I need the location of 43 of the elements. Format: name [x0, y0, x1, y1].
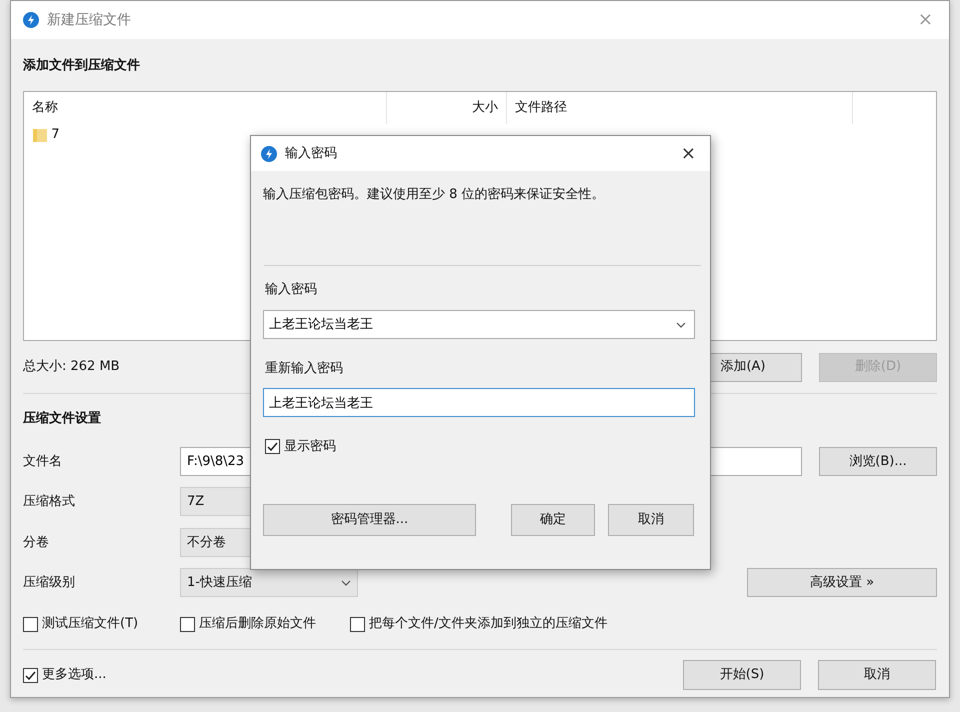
start-button[interactable]: 开始(S)	[683, 660, 801, 690]
ok-button[interactable]: 确定	[511, 504, 595, 536]
close-button[interactable]: ×	[676, 144, 700, 162]
checkmark-icon	[267, 441, 278, 452]
app-icon	[23, 12, 39, 28]
password-field[interactable]: 上老王论坛当老王	[263, 388, 695, 417]
field-label: 分卷	[23, 534, 50, 552]
checkbox[interactable]	[180, 616, 195, 632]
column-header[interactable]: 文件路径	[506, 92, 853, 124]
file-name: 7	[51, 126, 60, 144]
field-label: 压缩级别	[23, 574, 76, 592]
cancel-button[interactable]: 取消	[608, 504, 694, 536]
password-combo[interactable]: 上老王论坛当老王	[263, 310, 695, 338]
password-manager-button[interactable]: 密码管理器...	[263, 504, 476, 536]
section-heading: 添加文件到压缩文件	[23, 56, 140, 76]
dialog-title: 输入密码	[285, 144, 337, 163]
total-size: 总大小: 262 MB	[23, 358, 120, 376]
field-label: 文件名	[23, 452, 63, 470]
section-heading: 压缩文件设置	[23, 410, 101, 428]
checkbox[interactable]	[265, 439, 280, 454]
column-header[interactable]: 名称	[24, 92, 386, 124]
checkbox-label[interactable]: 显示密码	[284, 437, 336, 456]
checkbox[interactable]	[23, 668, 38, 682]
browse-button[interactable]: 浏览(B)...	[819, 446, 937, 476]
field-label: 重新输入密码	[265, 360, 344, 378]
field-label: 输入密码	[265, 281, 318, 299]
checkmark-icon	[25, 670, 36, 680]
checkbox-label[interactable]: 测试压缩文件(T)	[42, 614, 138, 634]
checkbox-label[interactable]: 更多选项...	[42, 665, 106, 685]
checkbox[interactable]	[350, 616, 365, 632]
checkbox-label[interactable]: 把每个文件/文件夹添加到独立的压缩文件	[369, 614, 608, 634]
app-icon	[261, 146, 277, 162]
caret-icon	[676, 322, 686, 328]
dialog-message: 输入压缩包密码。建议使用至少 8 位的密码来保证安全性。	[263, 186, 606, 204]
advanced-settings-button[interactable]: 高级设置 »	[747, 568, 937, 598]
checkbox-label[interactable]: 压缩后删除原始文件	[199, 614, 316, 634]
field-label: 压缩格式	[23, 493, 76, 511]
column-header[interactable]: 大小	[386, 92, 506, 124]
dropdown[interactable]: 1-快速压缩	[180, 568, 358, 598]
cancel-button[interactable]: 取消	[818, 660, 936, 690]
folder-icon	[32, 127, 48, 143]
window-title: 新建压缩文件	[47, 10, 131, 30]
checkbox[interactable]	[23, 616, 38, 632]
